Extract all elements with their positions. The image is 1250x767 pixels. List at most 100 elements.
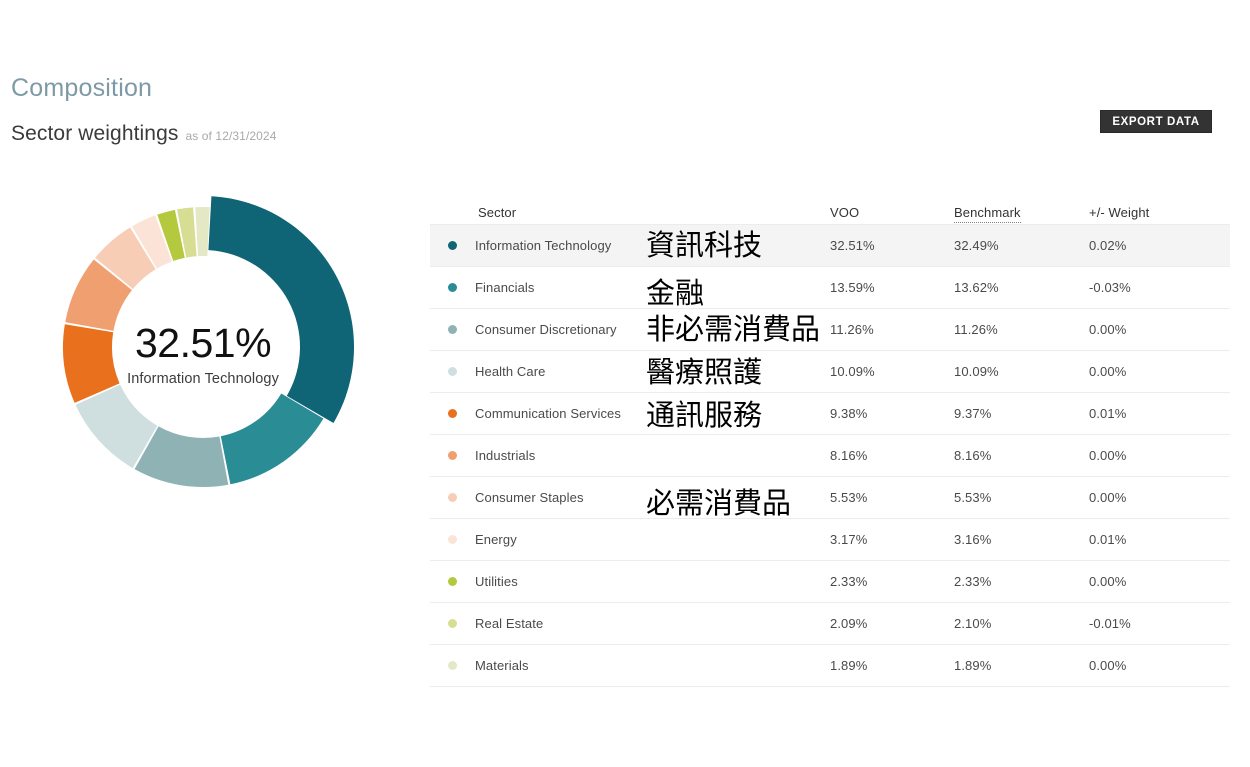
table-row[interactable]: Health Care 10.09% 10.09% 0.00% <box>430 350 1230 392</box>
page-title: Composition <box>11 74 153 102</box>
column-header-benchmark[interactable]: Benchmark <box>954 205 1089 223</box>
cell-benchmark-weight: 5.53% <box>954 490 992 505</box>
sector-donut-chart: 32.51% Information Technology <box>35 190 375 520</box>
cell-sector: Health Care <box>430 364 830 379</box>
sector-name-label: Financials <box>475 280 535 295</box>
donut-slice[interactable] <box>208 196 354 424</box>
cell-benchmark-weight: 32.49% <box>954 238 999 253</box>
sector-color-dot-icon <box>448 661 457 670</box>
cell-voo-weight: 2.33% <box>830 574 868 589</box>
cell-voo-weight: 9.38% <box>830 406 868 421</box>
cell-benchmark-weight: 13.62% <box>954 280 999 295</box>
table-row[interactable]: Consumer Staples 5.53% 5.53% 0.00% <box>430 476 1230 518</box>
cell-benchmark-weight: 2.10% <box>954 616 992 631</box>
cell-weight-difference: -0.01% <box>1089 616 1131 631</box>
annotation-text: 金融 <box>646 276 705 310</box>
cell-benchmark-weight: 8.16% <box>954 448 992 463</box>
cell-voo-weight: 3.17% <box>830 532 868 547</box>
cell-weight-difference: 0.00% <box>1089 658 1127 673</box>
benchmark-tooltip-target[interactable]: Benchmark <box>954 205 1021 223</box>
cell-sector: Energy <box>430 532 830 547</box>
cell-voo-weight: 2.09% <box>830 616 868 631</box>
column-header-voo: VOO <box>830 205 860 220</box>
annotation-text: 非必需消費品 <box>646 312 821 346</box>
table-row[interactable]: Consumer Discretionary 11.26% 11.26% 0.00% <box>430 308 1230 350</box>
annotation-text: 通訊服務 <box>646 398 763 432</box>
cell-benchmark-weight: 10.09% <box>954 364 999 379</box>
cell-weight-difference: -0.03% <box>1089 280 1131 295</box>
cell-weight-difference: 0.00% <box>1089 490 1127 505</box>
cell-benchmark-weight: 1.89% <box>954 658 992 673</box>
cell-benchmark-weight: 3.16% <box>954 532 992 547</box>
table-row[interactable]: Communication Services 9.38% 9.37% 0.01% <box>430 392 1230 434</box>
cell-benchmark-weight: 2.33% <box>954 574 992 589</box>
table-row[interactable]: Utilities 2.33% 2.33% 0.00% <box>430 560 1230 602</box>
sector-color-dot-icon <box>448 283 457 292</box>
sector-color-dot-icon <box>448 451 457 460</box>
cell-weight-difference: 0.00% <box>1089 574 1127 589</box>
cell-weight-difference: 0.01% <box>1089 532 1127 547</box>
sector-name-label: Utilities <box>475 574 518 589</box>
cell-sector: Industrials <box>430 448 830 463</box>
cell-voo-weight: 11.26% <box>830 322 874 337</box>
cell-weight-difference: 0.00% <box>1089 448 1127 463</box>
as-of-date: as of 12/31/2024 <box>185 129 277 143</box>
sector-color-dot-icon <box>448 577 457 586</box>
export-data-button[interactable]: EXPORT DATA <box>1100 110 1212 133</box>
donut-slices <box>63 196 354 487</box>
sector-name-label: Industrials <box>475 448 536 463</box>
sector-name-label: Health Care <box>475 364 546 379</box>
cell-sector: Information Technology <box>430 238 830 253</box>
cell-voo-weight: 8.16% <box>830 448 868 463</box>
sector-color-dot-icon <box>448 409 457 418</box>
sector-name-label: Consumer Discretionary <box>475 322 617 337</box>
sector-name-label: Real Estate <box>475 616 544 631</box>
donut-svg <box>63 196 354 487</box>
sector-color-dot-icon <box>448 493 457 502</box>
annotation-text: 資訊科技 <box>646 228 763 262</box>
cell-voo-weight: 5.53% <box>830 490 868 505</box>
sector-color-dot-icon <box>448 535 457 544</box>
table-bottom-divider <box>430 686 1230 688</box>
table-row[interactable]: Energy 3.17% 3.16% 0.01% <box>430 518 1230 560</box>
sector-name-label: Information Technology <box>475 238 612 253</box>
cell-voo-weight: 32.51% <box>830 238 875 253</box>
table-row[interactable]: Information Technology 32.51% 32.49% 0.02% <box>430 224 1230 266</box>
table-row[interactable]: Real Estate 2.09% 2.10% -0.01% <box>430 602 1230 644</box>
sector-name-label: Energy <box>475 532 517 547</box>
table-row[interactable]: Industrials 8.16% 8.16% 0.00% <box>430 434 1230 476</box>
cell-weight-difference: 0.01% <box>1089 406 1127 421</box>
sector-color-dot-icon <box>448 367 457 376</box>
donut-slice[interactable] <box>195 207 210 257</box>
column-header-weight: +/- Weight <box>1089 205 1150 220</box>
column-header-sector: Sector <box>478 205 517 220</box>
cell-benchmark-weight: 11.26% <box>954 322 998 337</box>
cell-voo-weight: 10.09% <box>830 364 875 379</box>
cell-sector: Financials <box>430 280 830 295</box>
sector-weightings-table: Sector VOO Benchmark +/- Weight Informat… <box>430 186 1230 688</box>
cell-voo-weight: 1.89% <box>830 658 868 673</box>
cell-sector: Utilities <box>430 574 830 589</box>
sector-name-label: Materials <box>475 658 529 673</box>
cell-voo-weight: 13.59% <box>830 280 875 295</box>
table-row[interactable]: Financials 13.59% 13.62% -0.03% <box>430 266 1230 308</box>
cell-sector: Materials <box>430 658 830 673</box>
cell-benchmark-weight: 9.37% <box>954 406 992 421</box>
sector-color-dot-icon <box>448 325 457 334</box>
sector-color-dot-icon <box>448 241 457 250</box>
cell-weight-difference: 0.00% <box>1089 364 1127 379</box>
annotation-text: 必需消費品 <box>646 486 792 520</box>
cell-sector: Communication Services <box>430 406 830 421</box>
cell-weight-difference: 0.02% <box>1089 238 1127 253</box>
table-header-row: Sector VOO Benchmark +/- Weight <box>430 186 1230 224</box>
subheader: Sector weightings as of 12/31/2024 <box>11 122 276 146</box>
section-title: Sector weightings <box>11 122 179 145</box>
table-row[interactable]: Materials 1.89% 1.89% 0.00% <box>430 644 1230 686</box>
sector-name-label: Communication Services <box>475 406 621 421</box>
cell-weight-difference: 0.00% <box>1089 322 1127 337</box>
annotation-text: 醫療照護 <box>646 355 763 389</box>
cell-sector: Real Estate <box>430 616 830 631</box>
table-body: Information Technology 32.51% 32.49% 0.02% F… <box>430 224 1230 686</box>
sector-name-label: Consumer Staples <box>475 490 584 505</box>
sector-color-dot-icon <box>448 619 457 628</box>
